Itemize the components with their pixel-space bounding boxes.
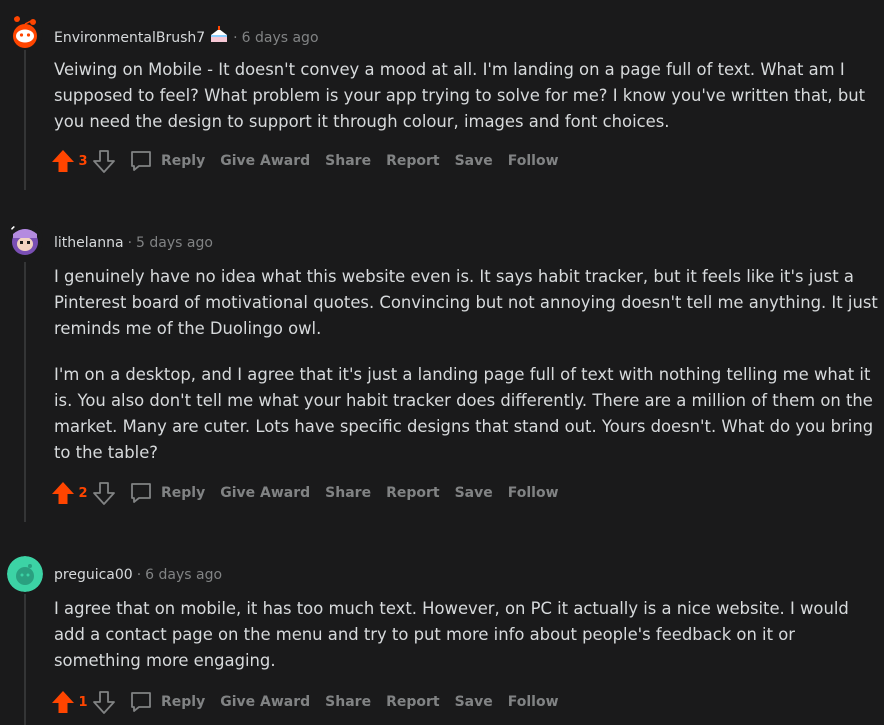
speech-bubble-icon — [129, 149, 153, 173]
separator: · — [127, 235, 133, 251]
separator: · — [136, 567, 142, 583]
avatar[interactable] — [7, 556, 43, 592]
avatar[interactable] — [7, 14, 43, 50]
downvote-arrow-icon[interactable] — [91, 480, 117, 506]
comment-header: lithelanna · 5 days ago — [54, 234, 213, 252]
cake-icon — [209, 26, 229, 49]
vote-score: 3 — [78, 153, 88, 169]
thread-line[interactable] — [24, 594, 26, 725]
report-button[interactable]: Report — [386, 694, 440, 710]
comment-body: I agree that on mobile, it has too much … — [54, 596, 880, 674]
report-button[interactable]: Report — [386, 153, 440, 169]
timestamp[interactable]: 6 days ago — [242, 30, 319, 46]
author-name[interactable]: preguica00 — [54, 567, 133, 583]
comment-paragraph: I agree that on mobile, it has too much … — [54, 599, 849, 670]
save-button[interactable]: Save — [455, 153, 493, 169]
give-award-button[interactable]: Give Award — [220, 153, 310, 169]
follow-button[interactable]: Follow — [508, 153, 559, 169]
comment-paragraph: Veiwing on Mobile - It doesn't convey a … — [54, 60, 866, 131]
downvote-arrow-icon[interactable] — [91, 689, 117, 715]
vote-controls: 3 — [50, 148, 117, 174]
timestamp[interactable]: 5 days ago — [136, 235, 213, 251]
separator: · — [233, 30, 238, 46]
comment-header: EnvironmentalBrush7 · 6 days ago — [54, 26, 319, 49]
comment-body: Veiwing on Mobile - It doesn't convey a … — [54, 57, 880, 135]
speech-bubble-icon — [129, 481, 153, 505]
vote-score: 2 — [78, 485, 88, 501]
author-name[interactable]: EnvironmentalBrush7 — [54, 30, 205, 46]
follow-button[interactable]: Follow — [508, 485, 559, 501]
vote-controls: 1 — [50, 689, 117, 715]
share-button[interactable]: Share — [325, 694, 371, 710]
follow-button[interactable]: Follow — [508, 694, 559, 710]
comment-header: preguica00 · 6 days ago — [54, 566, 222, 584]
comment-paragraph: I'm on a desktop, and I agree that it's … — [54, 365, 874, 462]
thread-line[interactable] — [24, 48, 26, 190]
avatar[interactable] — [7, 222, 43, 258]
timestamp[interactable]: 6 days ago — [145, 567, 222, 583]
comment-paragraph: I genuinely have no idea what this websi… — [54, 267, 878, 338]
give-award-button[interactable]: Give Award — [220, 694, 310, 710]
comment-actions: 2 Reply Give Award Share Report Save Fol… — [50, 478, 559, 508]
share-button[interactable]: Share — [325, 485, 371, 501]
share-button[interactable]: Share — [325, 153, 371, 169]
report-button[interactable]: Report — [386, 485, 440, 501]
comment-body: I genuinely have no idea what this websi… — [54, 264, 880, 466]
vote-score: 1 — [78, 694, 88, 710]
upvote-arrow-icon[interactable] — [50, 148, 76, 174]
downvote-arrow-icon[interactable] — [91, 148, 117, 174]
upvote-arrow-icon[interactable] — [50, 689, 76, 715]
save-button[interactable]: Save — [455, 485, 493, 501]
thread-line[interactable] — [24, 262, 26, 522]
comment-actions: 1 Reply Give Award Share Report Save Fol… — [50, 687, 559, 717]
reply-button[interactable]: Reply — [129, 690, 205, 714]
reply-button[interactable]: Reply — [129, 481, 205, 505]
speech-bubble-icon — [129, 690, 153, 714]
give-award-button[interactable]: Give Award — [220, 485, 310, 501]
save-button[interactable]: Save — [455, 694, 493, 710]
vote-controls: 2 — [50, 480, 117, 506]
author-name[interactable]: lithelanna — [54, 235, 124, 251]
comment-actions: 3 Reply Give Award Share Report Save Fol… — [50, 146, 559, 176]
upvote-arrow-icon[interactable] — [50, 480, 76, 506]
reply-button[interactable]: Reply — [129, 149, 205, 173]
